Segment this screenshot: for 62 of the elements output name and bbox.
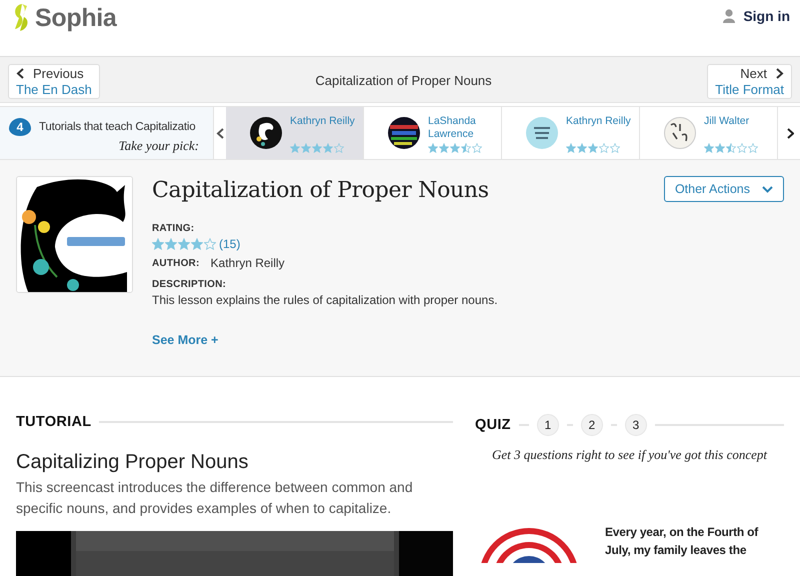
author-name: Kathryn Reilly bbox=[290, 115, 355, 128]
other-actions-button[interactable]: Other Actions bbox=[664, 176, 784, 202]
star-icon bbox=[726, 143, 736, 153]
star-icon bbox=[450, 143, 460, 153]
star-icon bbox=[165, 238, 177, 250]
person-icon bbox=[723, 9, 736, 23]
author-name: Kathryn Reilly bbox=[210, 256, 285, 270]
chevron-right-icon bbox=[774, 68, 784, 79]
star-icon bbox=[152, 238, 164, 250]
star-icon bbox=[599, 143, 609, 153]
lesson-description: This lesson explains the rules of capitalization with proper nouns. bbox=[152, 293, 499, 307]
star-icon bbox=[312, 143, 322, 153]
field-label: RATING: bbox=[152, 223, 196, 234]
quiz-step[interactable]: 3 bbox=[624, 414, 647, 436]
sign-in-button[interactable]: Sign in bbox=[723, 8, 790, 24]
page-title: Capitalization of Proper Nouns bbox=[315, 73, 492, 88]
star-icon bbox=[748, 143, 758, 153]
star-icon bbox=[577, 143, 587, 153]
star-icon bbox=[737, 143, 747, 153]
star-icon bbox=[715, 143, 725, 153]
star-icon bbox=[301, 143, 311, 153]
author-name: Kathryn Reilly bbox=[566, 115, 631, 128]
star-icon bbox=[334, 143, 344, 153]
star-icon bbox=[178, 238, 190, 250]
star-icon bbox=[566, 143, 576, 153]
star-icon bbox=[191, 238, 203, 250]
tutorial-description: This screencast introduces the difference between common and specific nouns, and provides examples of when to capitalize. bbox=[16, 478, 414, 518]
carousel-heading: Tutorials that teach Capitalizatio bbox=[39, 121, 196, 133]
count-badge: 4 bbox=[9, 118, 31, 136]
quiz-step[interactable]: 1 bbox=[536, 414, 559, 436]
next-button[interactable]: Next Title Format bbox=[707, 64, 792, 99]
star-icon bbox=[461, 143, 471, 153]
star-icon bbox=[428, 143, 438, 153]
carousel-tagline: Take your pick: bbox=[118, 138, 199, 154]
section-heading: TUTORIAL bbox=[16, 414, 92, 430]
star-icon bbox=[588, 143, 598, 153]
see-more-link[interactable]: See More + bbox=[152, 333, 218, 347]
star-icon bbox=[704, 143, 714, 153]
quiz-tagline: Get 3 questions right to see if you've got this concept bbox=[492, 447, 767, 463]
tutorial-title: Capitalizing Proper Nouns bbox=[16, 451, 250, 474]
chevron-left-icon bbox=[216, 128, 224, 138]
star-icon bbox=[439, 143, 449, 153]
quiz-story: Every year, on the Fourth of July, my family leaves the bbox=[605, 524, 760, 559]
quiz-step[interactable]: 2 bbox=[580, 414, 603, 436]
star-icon bbox=[610, 143, 620, 153]
field-label: DESCRIPTION: bbox=[152, 279, 228, 290]
chevron-right-icon bbox=[784, 128, 794, 138]
star-icon bbox=[472, 143, 482, 153]
author-name: LaShanda Lawrence bbox=[428, 115, 477, 141]
lesson-title: Capitalization of Proper Nouns bbox=[152, 178, 489, 203]
star-icon bbox=[204, 238, 216, 250]
star-icon bbox=[323, 143, 333, 153]
logo-text[interactable]: Sophia bbox=[35, 4, 117, 32]
chevron-down-icon bbox=[762, 184, 773, 194]
star-icon bbox=[290, 143, 300, 153]
field-label: AUTHOR: bbox=[152, 258, 200, 268]
rating-count[interactable]: (15) bbox=[219, 237, 240, 251]
tutorial-card[interactable]: Kathryn Reilly bbox=[226, 107, 364, 159]
author-name: Jill Walter bbox=[704, 115, 750, 128]
chevron-left-icon bbox=[16, 68, 26, 79]
previous-button[interactable]: Previous The En Dash bbox=[8, 64, 100, 99]
section-heading: QUIZ bbox=[475, 417, 511, 433]
